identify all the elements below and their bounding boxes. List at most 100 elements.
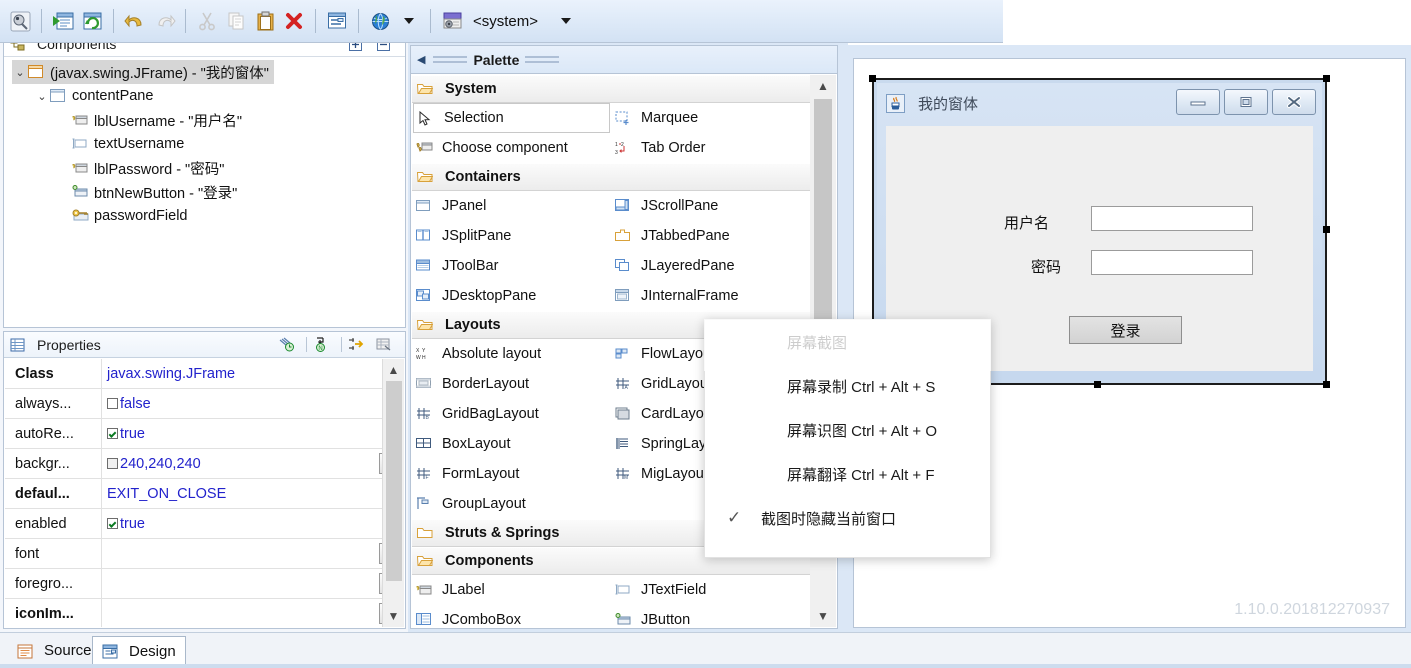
palette-scrollbar-thumb[interactable] [814,99,832,327]
palette-item[interactable]: BorderLayout [412,369,611,399]
tree-item[interactable]: ⌄ (javax.swing.JFrame) - "我的窗体" [12,60,274,84]
palette-item[interactable]: JPanel [412,191,611,221]
palette-category-header[interactable]: Containers [412,163,810,191]
property-value[interactable]: false [102,389,404,418]
tree-item[interactable]: lblPassword - "密码" [56,156,405,180]
palette-item[interactable]: B GridBagLayout [412,399,611,429]
tree-item[interactable]: btnNewButton - "登录" [56,180,405,204]
palette-item[interactable]: 1 2 3 Tab Order [611,133,810,163]
property-value[interactable]: javax.swing.JFrame [102,359,404,388]
context-menu-item[interactable]: 屏幕录制 Ctrl + Alt + S [705,364,990,408]
property-value[interactable]: ··· [102,539,404,568]
properties-scrollbar[interactable]: ▲ ▼ [382,359,404,627]
palette-item[interactable]: Marquee [611,103,810,133]
palette-item[interactable]: JTabbedPane [611,221,810,251]
resize-handle-nw[interactable] [869,75,876,82]
open-in-window-button[interactable] [50,8,76,34]
locale-button[interactable] [367,8,393,34]
properties-table[interactable]: Class javax.swing.JFrame always... false aut… [5,359,404,627]
locale-dropdown-button[interactable] [396,8,422,34]
refresh-button[interactable] [79,8,105,34]
context-menu-item[interactable]: 屏幕识图 Ctrl + Alt + O [705,408,990,452]
property-row[interactable]: foregro...··· [5,569,404,599]
property-checkbox[interactable] [107,428,118,439]
tree-item[interactable]: lblUsername - "用户名" [56,108,405,132]
property-value[interactable]: true [102,419,404,448]
property-row[interactable]: iconIm...··· [5,599,404,627]
username-input[interactable] [1091,206,1253,231]
palette-item[interactable]: JDesktopPane [412,281,611,311]
screenshot-context-menu[interactable]: 屏幕截图 屏幕录制 Ctrl + Alt + S 屏幕识图 Ctrl + Alt +… [704,319,991,558]
palette-item[interactable]: JLayeredPane [611,251,810,281]
property-value[interactable]: 240,240,240··· [102,449,404,478]
restore-defaults-icon[interactable] [376,337,393,351]
palette-item[interactable]: GroupLayout [412,489,611,519]
palette-item[interactable]: JScrollPane [611,191,810,221]
resize-handle-e[interactable] [1323,226,1330,233]
property-row[interactable]: defaul... EXIT_ON_CLOSE [5,479,404,509]
test-button[interactable] [7,8,33,34]
property-value[interactable]: true [102,509,404,538]
undo-button[interactable] [122,8,148,34]
tree-item[interactable]: passwordField [56,204,405,228]
palette-scroll-down-icon[interactable]: ▼ [810,605,836,627]
palette-menu-arrow-icon[interactable]: ◀ [417,53,425,66]
palette-item[interactable]: JToolBar [412,251,611,281]
minimize-button[interactable] [1176,89,1220,115]
palette-item[interactable]: JSplitPane [412,221,611,251]
property-value[interactable]: EXIT_ON_CLOSE [102,479,404,508]
property-row[interactable]: font··· [5,539,404,569]
property-row[interactable]: backgr...240,240,240··· [5,449,404,479]
palette-item[interactable]: JTextField [611,575,810,605]
property-row[interactable]: autoRe... true [5,419,404,449]
show-events-icon[interactable] [278,337,295,352]
goto-definition-icon[interactable]: N [313,337,330,352]
resize-handle-ne[interactable] [1323,75,1330,82]
palette-item[interactable]: JComboBox [412,605,611,627]
login-button[interactable]: 登录 [1069,316,1182,344]
laf-dropdown-button[interactable] [553,8,579,34]
tab-design[interactable]: Design [92,636,186,665]
property-checkbox[interactable] [107,398,118,409]
component-tree[interactable]: ⌄ (javax.swing.JFrame) - "我的窗体" ⌄ contentPa… [4,57,405,327]
property-checkbox[interactable] [107,518,118,529]
resize-handle-s[interactable] [1094,381,1101,388]
password-input[interactable] [1091,250,1253,275]
palette-category-header[interactable]: System [412,75,810,103]
delete-button[interactable] [281,8,307,34]
context-menu-item[interactable]: ✓ 截图时隐藏当前窗口 [705,496,990,540]
property-row[interactable]: Class javax.swing.JFrame [5,359,404,389]
palette-item[interactable]: JButton [611,605,810,627]
show-advanced-icon[interactable] [348,337,365,351]
tree-item[interactable]: ⌄ contentPane [34,84,405,108]
property-row[interactable]: always... false [5,389,404,419]
scrollbar-thumb[interactable] [386,381,402,581]
palette-item[interactable]: F FormLayout [412,459,611,489]
tree-twisty-expanded-icon[interactable]: ⌄ [34,90,50,103]
properties-button[interactable] [324,8,350,34]
look-and-feel-label[interactable]: <system> [473,13,538,30]
palette-item[interactable]: X Y W H Absolute layout [412,339,611,369]
palette-tab-title[interactable]: Palette [473,52,519,68]
close-button[interactable] [1272,89,1316,115]
palette-item[interactable]: Selection [413,103,610,133]
tab-source[interactable]: Source [8,636,101,665]
resize-handle-se[interactable] [1323,381,1330,388]
tree-item[interactable]: textUsername [56,132,405,156]
property-value[interactable]: ··· [102,599,404,627]
context-menu-item[interactable]: 屏幕翻译 Ctrl + Alt + F [705,452,990,496]
property-row[interactable]: enabled true [5,509,404,539]
maximize-button[interactable] [1224,89,1268,115]
laf-icon[interactable] [439,8,465,34]
palette-scroll-up-icon[interactable]: ▲ [810,75,836,97]
paste-button[interactable] [252,8,278,34]
scroll-down-icon[interactable]: ▼ [383,605,404,627]
palette-item[interactable]: BoxLayout [412,429,611,459]
palette-item[interactable]: JLabel [412,575,611,605]
tree-twisty-expanded-icon[interactable]: ⌄ [12,66,28,79]
palette-item[interactable]: Choose component [412,133,611,163]
property-value[interactable]: ··· [102,569,404,598]
context-menu-item[interactable]: 屏幕截图 [705,320,990,364]
scroll-up-icon[interactable]: ▲ [383,359,404,381]
palette-item[interactable]: JInternalFrame [611,281,810,311]
